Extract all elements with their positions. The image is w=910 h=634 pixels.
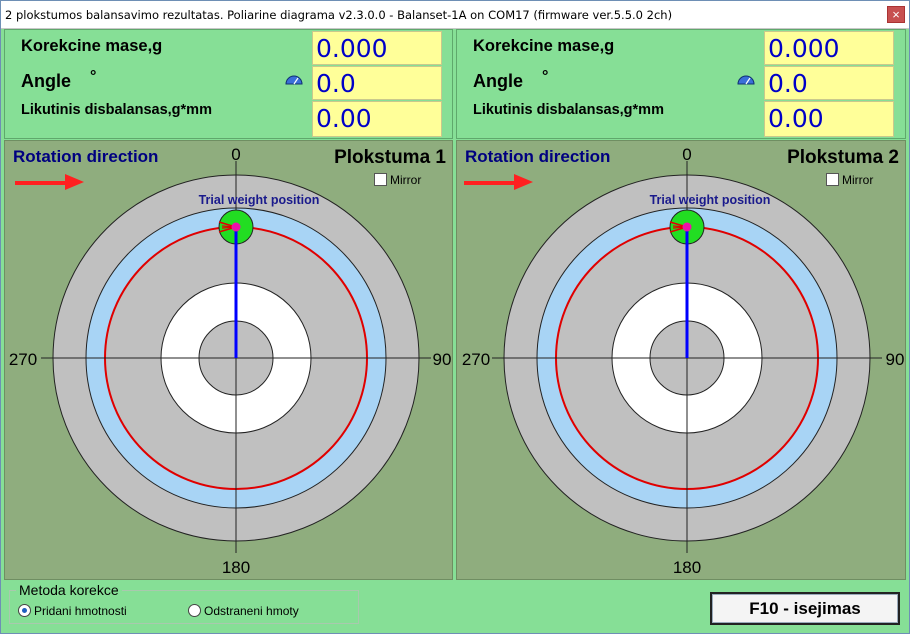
correction-mass-label: Korekcine mase,g — [473, 37, 615, 55]
bottom-bar: Metoda korekce Pridani hmotnosti Odstran… — [1, 581, 909, 633]
title-bar: 2 plokstumos balansavimo rezultatas. Pol… — [1, 1, 909, 29]
angle-value: 0.0 — [764, 66, 894, 100]
correction-mass-label: Korekcine mase,g — [21, 37, 163, 55]
residual-unbalance-value: 0.00 — [764, 101, 894, 137]
polar-plot: 0 90 180 270 Trial weight position — [9, 145, 452, 577]
window-title: 2 plokstumos balansavimo rezultatas. Pol… — [5, 8, 673, 22]
correction-mass-value: 0.000 — [764, 31, 894, 65]
protractor-icon[interactable] — [737, 75, 755, 85]
residual-unbalance-label: Likutinis disbalansas,g*mm — [473, 102, 664, 118]
polar-diagram-plane-2: Rotation direction Plokstuma 2 Mirror 0 … — [456, 140, 906, 580]
degree-symbol: ° — [542, 68, 549, 85]
angle-label: Angle — [21, 71, 72, 91]
radio-remove-mass-label: Odstraneni hmoty — [204, 604, 299, 618]
results-panel-plane-1: Korekcine mase,g Angle ° Likutinis disba… — [4, 29, 453, 139]
protractor-icon[interactable] — [285, 75, 303, 85]
axis-label-left: 270 — [9, 350, 37, 369]
rotation-arrow-icon — [514, 174, 533, 190]
residual-unbalance-value: 0.00 — [312, 101, 442, 137]
radio-remove-mass-indicator[interactable] — [188, 604, 201, 617]
correction-mass-value: 0.000 — [312, 31, 442, 65]
correction-method-title: Metoda korekce — [16, 582, 122, 598]
axis-label-top: 0 — [682, 145, 691, 164]
trial-weight-label: Trial weight position — [650, 193, 771, 207]
polar-diagram-plane-1: Rotation direction Plokstuma 1 Mirror 0 … — [4, 140, 453, 580]
radio-add-mass[interactable]: Pridani hmotnosti — [18, 604, 127, 618]
axis-label-right: 90 — [433, 350, 452, 369]
degree-symbol: ° — [90, 68, 97, 85]
polar-plot: 0 90 180 270 Trial weight position — [462, 145, 905, 577]
vector-endpoint — [231, 222, 241, 232]
axis-label-right: 90 — [886, 350, 905, 369]
vector-endpoint — [682, 222, 692, 232]
angle-value: 0.0 — [312, 66, 442, 100]
rotation-arrow-icon — [65, 174, 84, 190]
exit-button[interactable]: F10 - isejimas — [710, 592, 900, 625]
radio-add-mass-label: Pridani hmotnosti — [34, 604, 127, 618]
main-window: 2 plokstumos balansavimo rezultatas. Pol… — [0, 0, 910, 634]
axis-label-bottom: 180 — [222, 558, 250, 577]
correction-method-group: Metoda korekce Pridani hmotnosti Odstran… — [9, 582, 359, 624]
axis-label-left: 270 — [462, 350, 490, 369]
radio-add-mass-indicator[interactable] — [18, 604, 31, 617]
residual-unbalance-label: Likutinis disbalansas,g*mm — [21, 102, 212, 118]
results-panel-plane-2: Korekcine mase,g Angle ° Likutinis disba… — [456, 29, 906, 139]
axis-label-top: 0 — [231, 145, 240, 164]
axis-label-bottom: 180 — [673, 558, 701, 577]
close-button[interactable]: × — [887, 6, 905, 23]
trial-weight-label: Trial weight position — [199, 193, 320, 207]
angle-label: Angle — [473, 71, 524, 91]
radio-remove-mass[interactable]: Odstraneni hmoty — [188, 604, 299, 618]
